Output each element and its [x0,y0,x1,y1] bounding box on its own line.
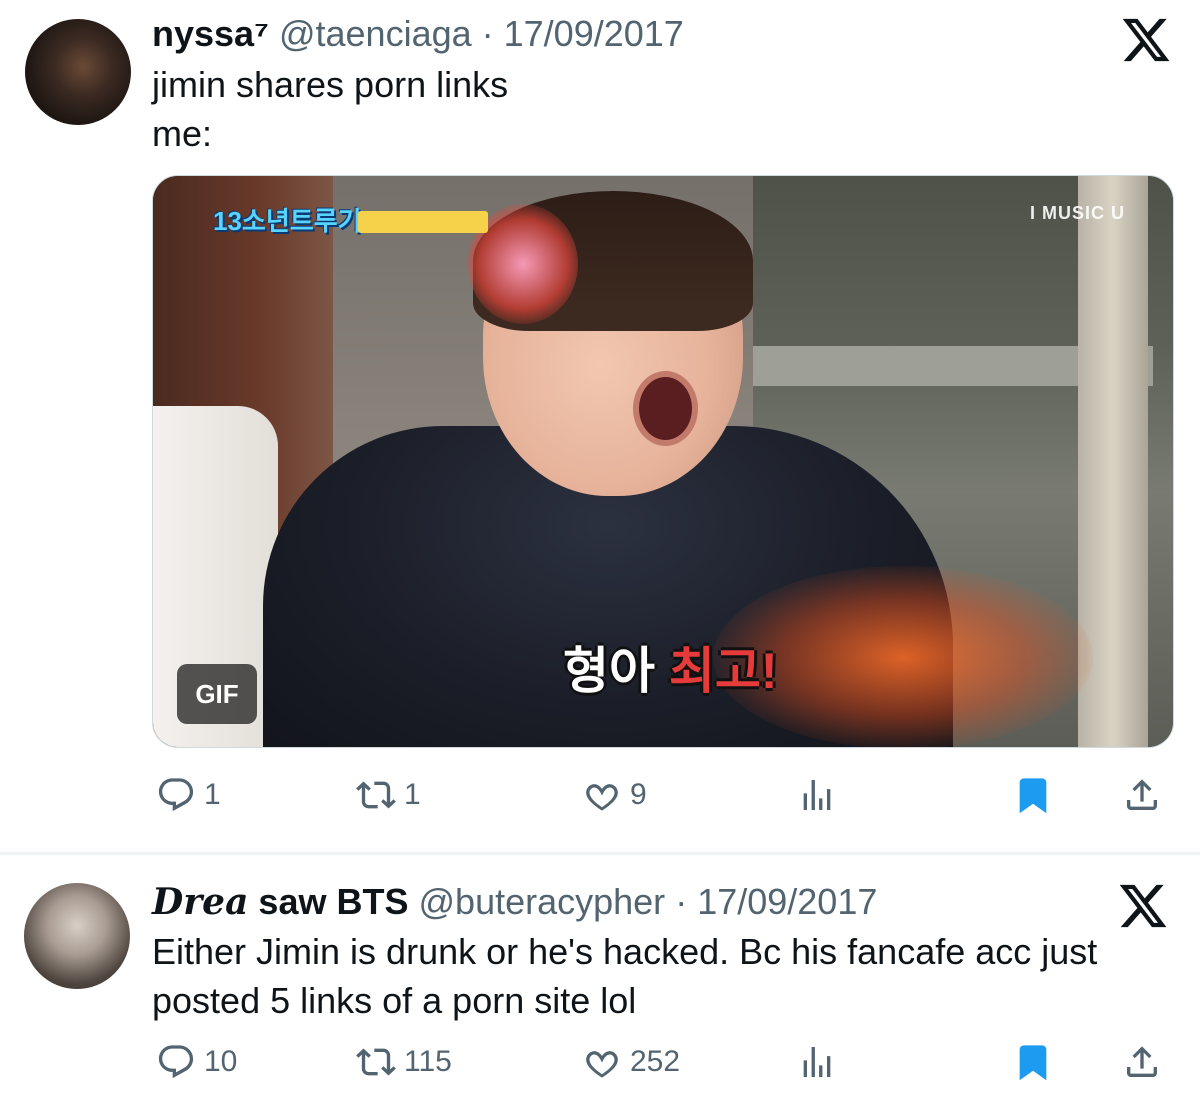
bookmark-button[interactable] [1013,1037,1053,1087]
avatar[interactable] [25,19,131,125]
x-logo-icon [1122,18,1170,62]
user-handle[interactable]: @taenciaga [279,13,472,54]
separator-dot: · [665,881,698,922]
share-upload-icon [1127,1046,1157,1077]
channel-logo: I MUSIC U [1029,203,1125,223]
user-handle[interactable]: @buteracypher [419,881,666,922]
reply-count: 1 [204,778,221,811]
tweet-date[interactable]: 17/09/2017 [504,13,684,54]
gif-badge[interactable]: GIF [177,664,257,724]
tweet-date[interactable]: 17/09/2017 [697,881,877,922]
action-bar: 1 1 9 [0,770,1200,820]
tweet-text: jimin shares porn links me: [152,64,509,154]
display-name[interactable]: nyssa⁷ [152,13,269,54]
subtitle-highlight: 최고! [668,643,778,699]
retweet-button[interactable]: 1 [356,770,421,820]
tweet[interactable]: nyssa⁷ @taenciaga · 17/09/2017 jimin sha… [0,0,1200,852]
tweet-text: Either Jimin is drunk or he's hacked. Bc… [152,931,1098,1021]
bookmark-icon [1019,778,1047,814]
retweet-arrows-icon [356,781,396,809]
avatar[interactable] [24,883,130,989]
display-name-fancy: Drea [152,881,249,923]
video-subtitle: 형아 최고! [563,631,778,703]
x-logo-icon [1119,884,1167,928]
tweet-header: nyssa⁷ @taenciaga · 17/09/2017 [152,14,684,54]
retweet-count: 1 [404,778,421,811]
separator-dot: · [471,13,504,54]
views-button[interactable] [797,1037,837,1087]
media-mouth [633,371,698,446]
show-banner [358,211,488,233]
like-count: 252 [630,1045,681,1078]
like-count: 9 [630,778,647,811]
tweet[interactable]: Drea saw BTS @buteracypher · 17/09/2017 … [0,855,1200,1096]
share-button[interactable] [1122,770,1162,820]
retweet-button[interactable]: 115 [356,1037,452,1087]
heart-icon [586,784,618,811]
speech-bubble-icon [158,1045,194,1079]
display-name-rest: saw BTS [248,881,409,922]
subtitle-plain: 형아 [563,643,669,699]
bar-chart-icon [803,780,831,810]
bookmark-button[interactable] [1013,770,1053,820]
retweet-arrows-icon [356,1048,396,1076]
share-upload-icon [1127,779,1157,810]
speech-bubble-icon [158,778,194,812]
like-button[interactable]: 9 [582,770,647,820]
heart-icon [586,1051,618,1078]
gif-media[interactable]: 13소년트루기 I MUSIC U 형아 최고! GIF [152,175,1174,748]
action-bar: 10 115 252 [0,1037,1200,1087]
reply-button[interactable]: 10 [156,1037,237,1087]
like-button[interactable]: 252 [582,1037,680,1087]
bar-chart-icon [803,1047,831,1077]
bookmark-icon [1019,1045,1047,1081]
display-name[interactable]: Drea saw BTS [152,881,409,923]
reply-button[interactable]: 1 [156,770,221,820]
share-button[interactable] [1122,1037,1162,1087]
reply-count: 10 [204,1045,238,1078]
views-button[interactable] [797,770,837,820]
tweet-header: Drea saw BTS @buteracypher · 17/09/2017 [152,881,877,923]
retweet-count: 115 [404,1045,452,1078]
show-logo: 13소년트루기 [213,206,362,236]
